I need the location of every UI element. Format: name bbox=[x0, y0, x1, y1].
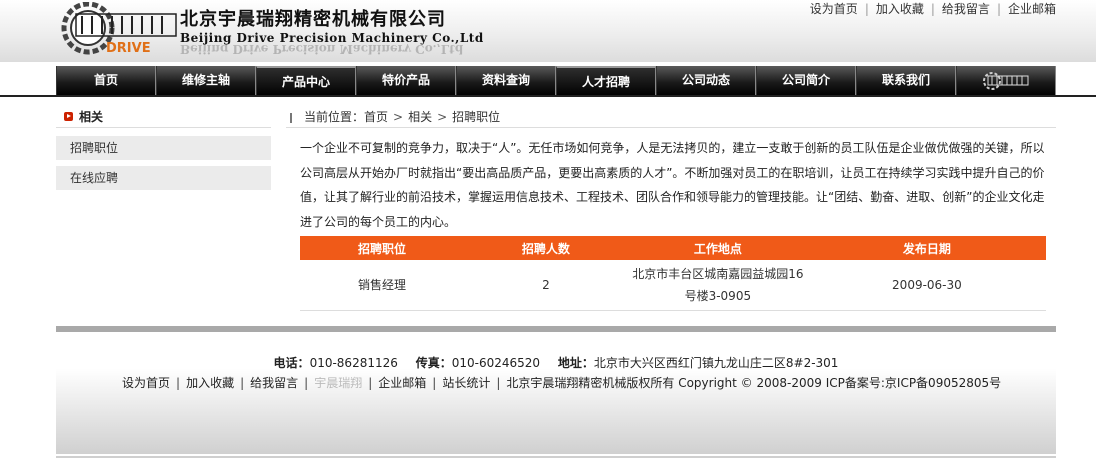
copyright-text: 北京宇晨瑞翔精密机械版权所有 Copyright © 2008-2009 bbox=[506, 376, 822, 390]
nav-item-documents[interactable]: 资料查询 bbox=[456, 66, 556, 96]
top-link-message[interactable]: 给我留言 bbox=[942, 2, 990, 16]
footer-contact: 电话：010-86281126 传真：010-60246520 地址：北京市大兴… bbox=[56, 354, 1056, 371]
nav-logo[interactable] bbox=[956, 66, 1056, 96]
footer-link-stats[interactable]: 站长统计 bbox=[442, 376, 490, 390]
address-value: 北京市大兴区西红门镇九龙山庄二区8#2-301 bbox=[593, 356, 839, 370]
job-title-cell[interactable]: 销售经理 bbox=[300, 260, 464, 311]
fax-value: 010-60246520 bbox=[451, 356, 541, 370]
job-location-cell: 北京市丰台区城南嘉园益城园16号楼3-0905 bbox=[627, 260, 808, 311]
nav-underline bbox=[0, 95, 1096, 97]
nav-item-careers[interactable]: 人才招聘 bbox=[556, 66, 656, 96]
footer-bottom-rule bbox=[56, 456, 1056, 458]
nav-item-products[interactable]: 产品中心 bbox=[256, 66, 356, 96]
sidebar-item-apply-online[interactable]: 在线应聘 bbox=[56, 166, 271, 190]
sidebar-item-job-positions[interactable]: 招聘职位 bbox=[56, 136, 271, 160]
top-links: 设为首页 | 加入收藏 | 给我留言 | 企业邮箱 bbox=[809, 2, 1056, 16]
breadcrumb-icon bbox=[290, 112, 298, 123]
footer-link-favorite[interactable]: 加入收藏 bbox=[186, 376, 234, 390]
address-label: 地址： bbox=[557, 356, 594, 370]
breadcrumb-related[interactable]: 相关 bbox=[408, 110, 432, 124]
top-link-homepage[interactable]: 设为首页 bbox=[810, 2, 858, 16]
fax-label: 传真： bbox=[415, 356, 452, 370]
footer: 电话：010-86281126 传真：010-60246520 地址：北京市大兴… bbox=[56, 332, 1056, 454]
phone-value: 010-86281126 bbox=[309, 356, 398, 370]
nav-item-about[interactable]: 公司简介 bbox=[756, 66, 856, 96]
main-nav: 首页 维修主轴 产品中心 特价产品 资料查询 人才招聘 公司动态 公司简介 联系… bbox=[56, 66, 1056, 96]
col-header-date: 发布日期 bbox=[807, 236, 1046, 260]
breadcrumb-label: 当前位置： bbox=[304, 110, 365, 124]
col-header-location: 工作地点 bbox=[627, 236, 808, 260]
breadcrumb: 当前位置：首页 > 相关 > 招聘职位 bbox=[286, 106, 1056, 128]
footer-links: 设为首页 | 加入收藏 | 给我留言 | 宇晨瑞翔 | 企业邮箱 | 站长统计 | 北京宇晨瑞翔精密机械… bbox=[122, 376, 1002, 390]
footer-link-email[interactable]: 企业邮箱 bbox=[378, 376, 426, 390]
top-link-favorite[interactable]: 加入收藏 bbox=[876, 2, 924, 16]
footer-link-message[interactable]: 给我留言 bbox=[250, 376, 298, 390]
nav-gear-logo-icon bbox=[983, 72, 1029, 90]
nav-item-special-offers[interactable]: 特价产品 bbox=[356, 66, 456, 96]
sidebar-title: 相关 bbox=[79, 109, 104, 124]
footer-link-homepage[interactable]: 设为首页 bbox=[122, 376, 170, 390]
icp-text[interactable]: ICP备案号:京ICP备09052805号 bbox=[826, 376, 1001, 390]
gear-logo-icon[interactable]: DRIVE bbox=[58, 2, 178, 57]
svg-text:DRIVE: DRIVE bbox=[106, 41, 151, 56]
footer-link-company[interactable]: 宇晨瑞翔 bbox=[314, 376, 362, 390]
company-name-en: Beijing Drive Precision Machinery Co.,Lt… bbox=[180, 31, 484, 45]
nav-item-contact[interactable]: 联系我们 bbox=[856, 66, 956, 96]
main-content: 当前位置：首页 > 相关 > 招聘职位 一个企业不可复制的竞争力，取决于“人”。无任市场… bbox=[286, 106, 1056, 311]
table-row[interactable]: 销售经理 2 北京市丰台区城南嘉园益城园16号楼3-0905 2009-06-3… bbox=[300, 260, 1046, 311]
phone-label: 电话： bbox=[273, 356, 310, 370]
sidebar: 相关 招聘职位 在线应聘 bbox=[56, 106, 271, 190]
sidebar-header: 相关 bbox=[56, 106, 271, 128]
job-count-cell: 2 bbox=[463, 260, 628, 311]
col-header-title: 招聘职位 bbox=[300, 236, 464, 260]
breadcrumb-job-positions[interactable]: 招聘职位 bbox=[452, 110, 500, 124]
intro-paragraph: 一个企业不可复制的竞争力，取决于“人”。无任市场如何竞争，人是无法拷贝的，建立一… bbox=[300, 141, 1045, 229]
nav-item-spindle-repair[interactable]: 维修主轴 bbox=[156, 66, 256, 96]
jobs-table: 招聘职位 招聘人数 工作地点 发布日期 销售经理 2 北京市丰台区城南嘉园益城园… bbox=[300, 236, 1046, 311]
nav-item-news[interactable]: 公司动态 bbox=[656, 66, 756, 96]
breadcrumb-home[interactable]: 首页 bbox=[364, 110, 388, 124]
company-name-en-reflection: Beijing Drive Precision Machinery Co.,Lt… bbox=[180, 44, 464, 56]
nav-item-home[interactable]: 首页 bbox=[56, 66, 156, 96]
header: DRIVE 北京宇晨瑞翔精密机械有限公司 Beijing Drive Preci… bbox=[0, 0, 1096, 62]
job-date-cell: 2009-06-30 bbox=[807, 260, 1046, 311]
company-name-cn: 北京宇晨瑞翔精密机械有限公司 bbox=[180, 9, 446, 30]
table-header-row: 招聘职位 招聘人数 工作地点 发布日期 bbox=[300, 236, 1046, 260]
col-header-count: 招聘人数 bbox=[463, 236, 628, 260]
bullet-arrow-icon bbox=[64, 112, 73, 121]
top-link-email[interactable]: 企业邮箱 bbox=[1008, 2, 1056, 16]
